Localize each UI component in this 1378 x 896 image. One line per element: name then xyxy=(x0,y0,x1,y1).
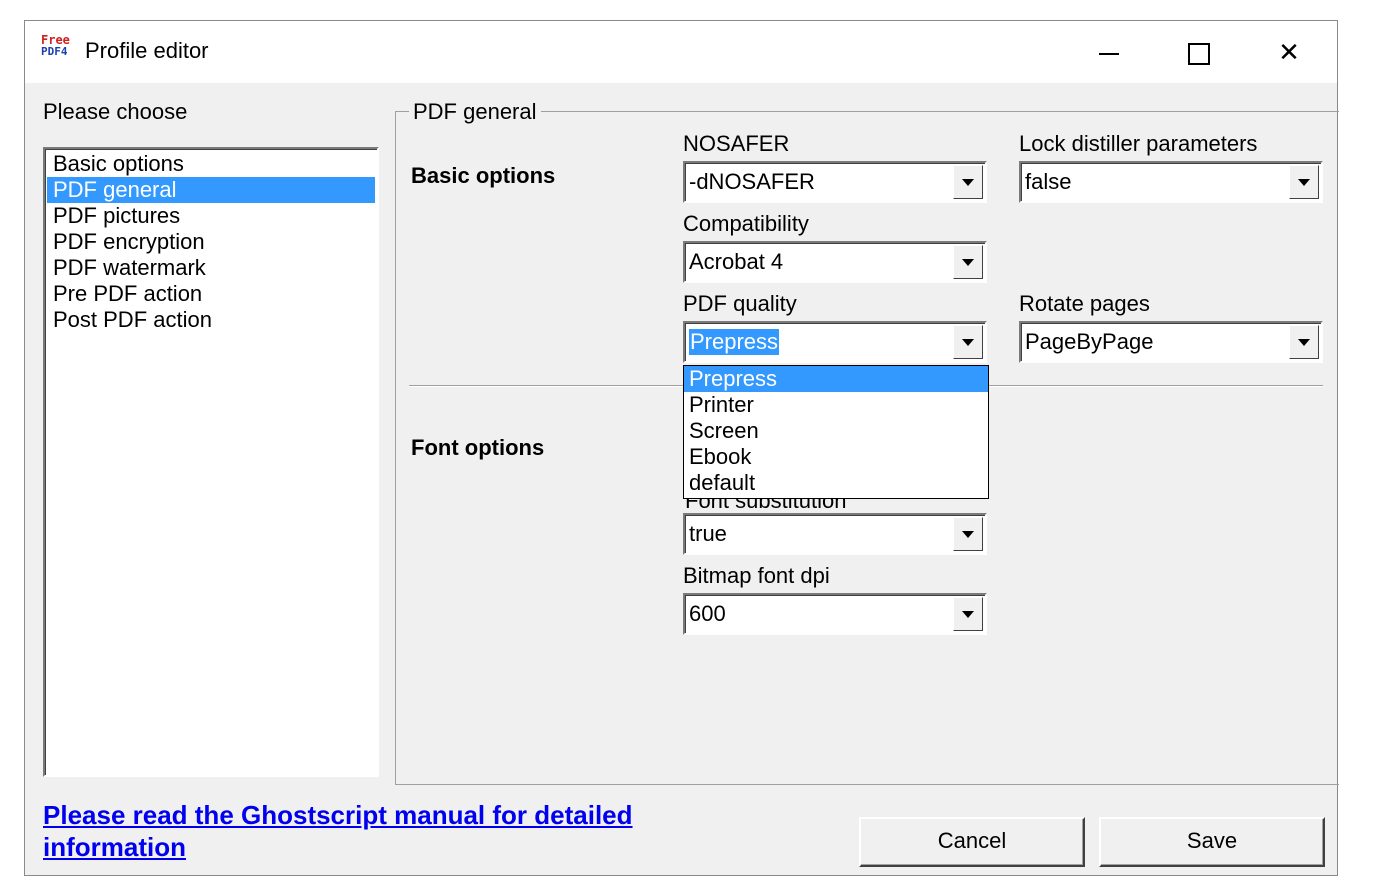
groupbox-legend: PDF general xyxy=(409,99,541,125)
dropdown-arrow-icon[interactable] xyxy=(1289,165,1319,199)
save-button[interactable]: Save xyxy=(1099,817,1325,867)
dropdown-arrow-icon[interactable] xyxy=(1289,325,1319,359)
compatibility-combobox[interactable]: Acrobat 4 xyxy=(683,241,987,283)
bitmap-font-dpi-label: Bitmap font dpi xyxy=(683,563,830,588)
bitmap-font-dpi-combobox[interactable]: 600 xyxy=(683,593,987,635)
pdf-quality-label: PDF quality xyxy=(683,291,797,316)
profile-editor-window: Free PDF4 Profile editor ✕ Please choose… xyxy=(24,20,1339,876)
basic-options-title: Basic options xyxy=(411,163,556,188)
minimize-button[interactable] xyxy=(1069,29,1149,75)
list-item-pdf-pictures[interactable]: PDF pictures xyxy=(47,203,375,229)
minimize-icon xyxy=(1099,53,1119,56)
compatibility-label: Compatibility xyxy=(683,211,809,236)
dropdown-arrow-icon[interactable] xyxy=(953,165,983,199)
cancel-button[interactable]: Cancel xyxy=(859,817,1085,867)
list-item-pdf-watermark[interactable]: PDF watermark xyxy=(47,255,375,281)
title-bar[interactable]: Free PDF4 Profile editor ✕ xyxy=(25,21,1337,83)
pdf-quality-dropdown-list[interactable]: Prepress Printer Screen Ebook default xyxy=(683,365,989,499)
lock-distiller-label: Lock distiller parameters xyxy=(1019,131,1258,156)
dropdown-arrow-icon[interactable] xyxy=(953,597,983,631)
dropdown-option-prepress[interactable]: Prepress xyxy=(684,366,988,392)
ghostscript-manual-link[interactable]: Please read the Ghostscript manual for d… xyxy=(43,799,743,863)
bitmap-font-dpi-value: 600 xyxy=(689,601,726,626)
close-icon: ✕ xyxy=(1278,37,1300,67)
freepdf-logo-icon: Free PDF4 xyxy=(41,33,70,58)
nosafer-combobox[interactable]: -dNOSAFER xyxy=(683,161,987,203)
dropdown-option-screen[interactable]: Screen xyxy=(684,418,988,444)
please-choose-label: Please choose xyxy=(43,99,188,124)
font-substitution-label: Font substitution xyxy=(685,499,847,513)
font-substitution-value: true xyxy=(689,521,727,546)
list-item-pdf-encryption[interactable]: PDF encryption xyxy=(47,229,375,255)
list-item-post-pdf-action[interactable]: Post PDF action xyxy=(47,307,375,333)
list-item-pre-pdf-action[interactable]: Pre PDF action xyxy=(47,281,375,307)
dropdown-option-ebook[interactable]: Ebook xyxy=(684,444,988,470)
nosafer-label: NOSAFER xyxy=(683,131,790,156)
nosafer-value: -dNOSAFER xyxy=(689,169,815,194)
list-item-pdf-general[interactable]: PDF general xyxy=(47,177,375,203)
font-options-title: Font options xyxy=(411,435,545,460)
rotate-pages-combobox[interactable]: PageByPage xyxy=(1019,321,1323,363)
font-substitution-combobox[interactable]: true xyxy=(683,513,987,555)
dropdown-arrow-icon[interactable] xyxy=(953,517,983,551)
pdf-quality-value: Prepress xyxy=(689,329,780,355)
dropdown-option-printer[interactable]: Printer xyxy=(684,392,988,418)
dropdown-option-default[interactable]: default xyxy=(684,470,988,496)
lock-distiller-value: false xyxy=(1025,169,1072,194)
dropdown-arrow-icon[interactable] xyxy=(953,245,983,279)
close-button[interactable]: ✕ xyxy=(1249,29,1329,75)
lock-distiller-combobox[interactable]: false xyxy=(1019,161,1323,203)
list-item-basic-options[interactable]: Basic options xyxy=(47,151,375,177)
window-title: Profile editor xyxy=(85,38,209,63)
rotate-pages-label: Rotate pages xyxy=(1019,291,1150,316)
maximize-icon xyxy=(1188,43,1210,66)
dropdown-arrow-icon[interactable] xyxy=(953,325,983,359)
pdf-quality-combobox[interactable]: Prepress xyxy=(683,321,987,363)
compatibility-value: Acrobat 4 xyxy=(689,249,784,274)
rotate-pages-value: PageByPage xyxy=(1025,329,1154,354)
maximize-button[interactable] xyxy=(1159,29,1239,75)
category-listbox[interactable]: Basic options PDF general PDF pictures P… xyxy=(43,147,379,777)
